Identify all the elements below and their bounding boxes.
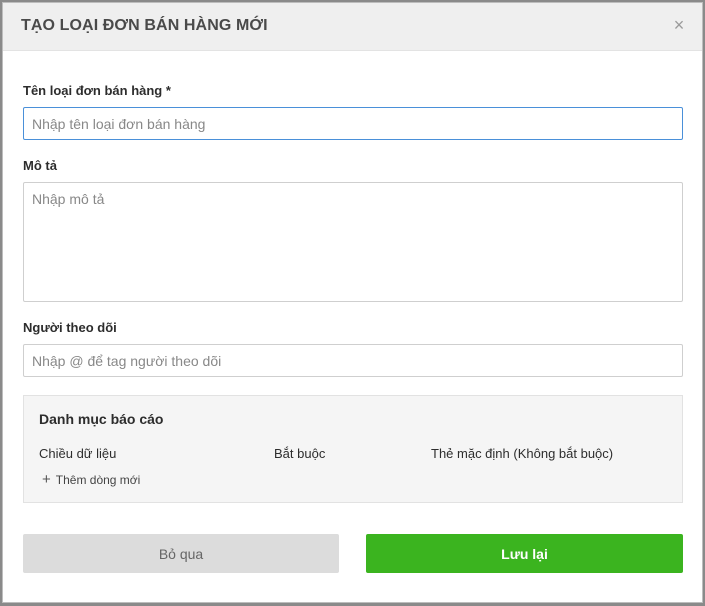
add-row-button[interactable]: + Thêm dòng mới [42, 471, 141, 488]
save-button[interactable]: Lưu lại [366, 534, 683, 573]
column-header-default-tag: Thẻ mặc định (Không bắt buộc) [431, 446, 614, 461]
description-textarea[interactable] [23, 182, 683, 302]
column-header-required: Bắt buộc [274, 446, 326, 461]
report-section-title: Danh mục báo cáo [39, 411, 164, 427]
followers-input[interactable] [23, 344, 683, 377]
name-label: Tên loại đơn bán hàng * [23, 83, 171, 98]
report-category-section: Danh mục báo cáo Chiều dữ liệu Bắt buộc … [23, 395, 683, 503]
description-label: Mô tả [23, 158, 57, 173]
column-header-dimension: Chiều dữ liệu [39, 446, 117, 461]
create-order-type-dialog: TẠO LOẠI ĐƠN BÁN HÀNG MỚI × Tên loại đơn… [2, 2, 703, 603]
dialog-title: TẠO LOẠI ĐƠN BÁN HÀNG MỚI [21, 17, 268, 34]
add-row-label: Thêm dòng mới [55, 473, 141, 487]
plus-icon: + [42, 471, 51, 488]
close-icon[interactable]: × [670, 16, 688, 34]
followers-label: Người theo dõi [23, 320, 117, 335]
order-type-name-input[interactable] [23, 107, 683, 140]
cancel-button[interactable]: Bỏ qua [23, 534, 339, 573]
dialog-header: TẠO LOẠI ĐƠN BÁN HÀNG MỚI × [3, 3, 702, 51]
